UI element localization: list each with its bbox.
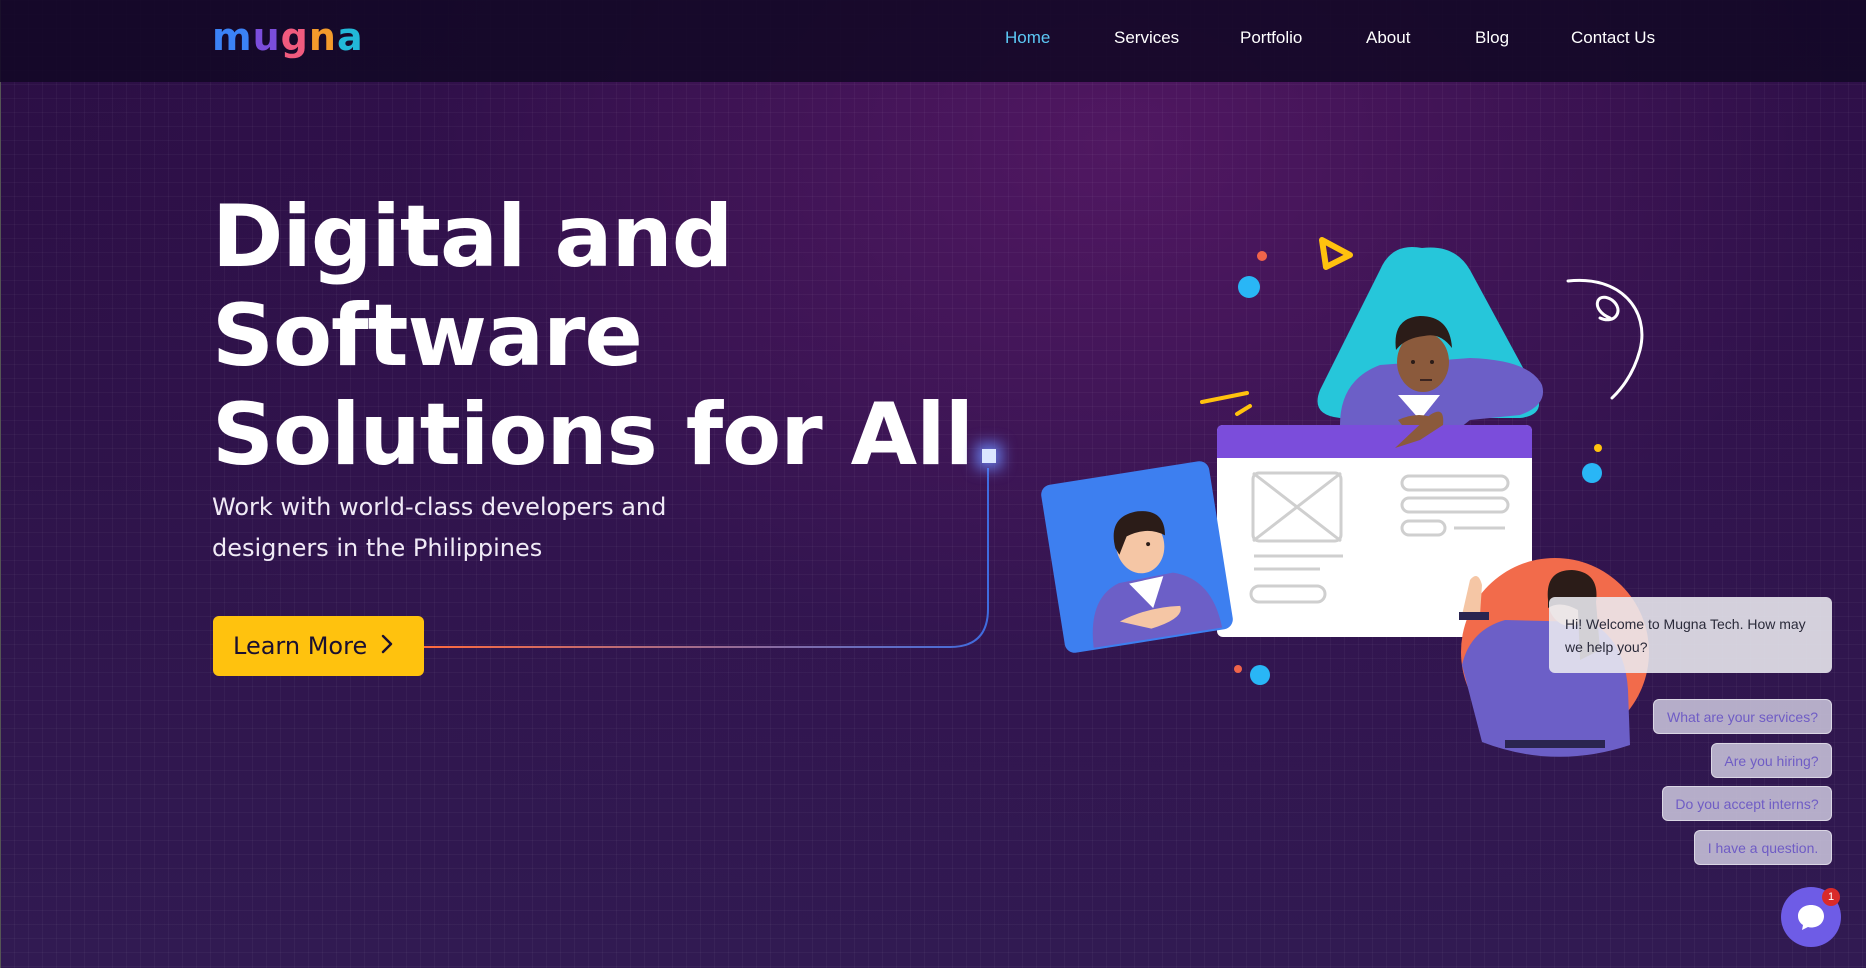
chat-bubble-icon	[1798, 905, 1824, 930]
quick-reply-services[interactable]: What are your services?	[1653, 699, 1832, 734]
hero-illustration	[1041, 237, 1649, 757]
play-icon	[1319, 237, 1353, 270]
unread-badge: 1	[1822, 888, 1840, 906]
quick-reply-question[interactable]: I have a question.	[1694, 830, 1832, 865]
chat-welcome-message: Hi! Welcome to Mugna Tech. How may we he…	[1549, 597, 1832, 673]
quick-reply-interns[interactable]: Do you accept interns?	[1662, 786, 1832, 821]
quick-reply-hiring[interactable]: Are you hiring?	[1711, 743, 1832, 778]
landing-page: mugna Home Services Portfolio About Blog…	[0, 0, 1866, 968]
